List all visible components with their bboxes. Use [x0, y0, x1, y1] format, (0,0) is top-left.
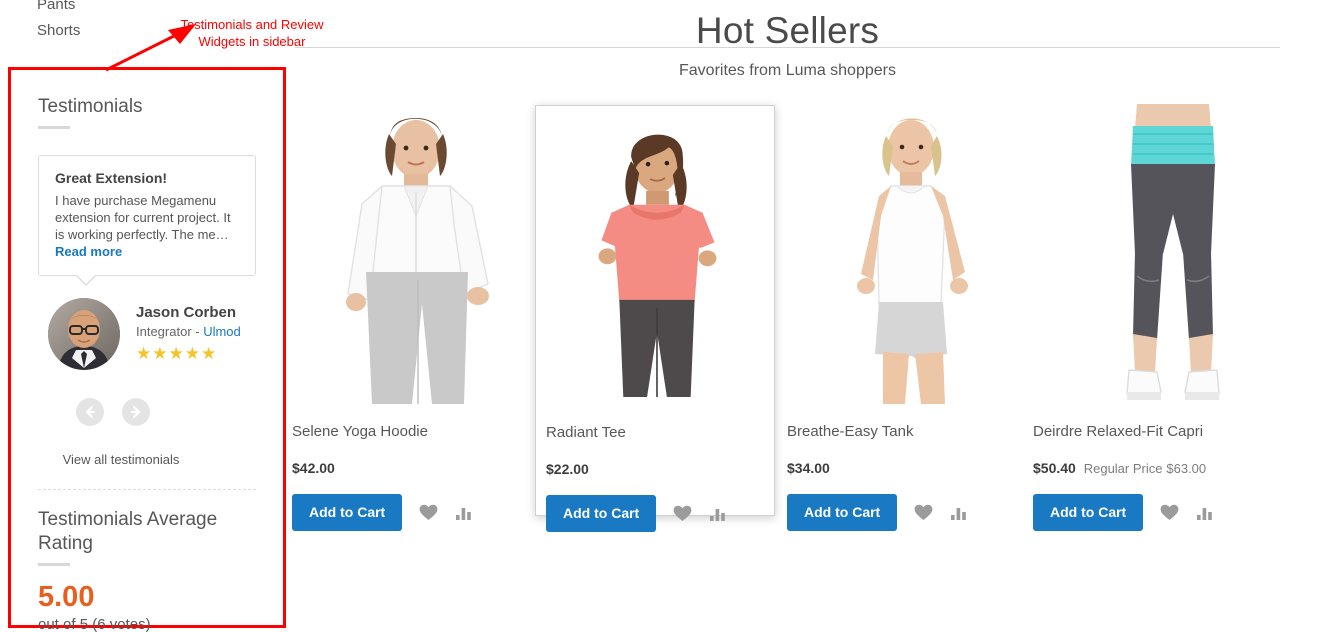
product-photo-selene-yoga-hoodie — [292, 104, 540, 404]
product-card-hovered[interactable]: Radiant Tee $22.00 Add to Cart — [535, 105, 775, 532]
add-to-cart-button[interactable]: Add to Cart — [546, 495, 657, 532]
heart-icon — [914, 504, 933, 520]
arrow-right-circle-icon — [130, 405, 141, 419]
add-to-cart-button[interactable]: Add to Cart — [292, 494, 403, 531]
product-image[interactable] — [1033, 104, 1313, 404]
testimonial-author: Jason Corben Integrator - Ulmod ★★★★★ — [38, 298, 256, 370]
author-role-text: Integrator - — [136, 324, 204, 339]
arrow-left-circle-icon — [85, 405, 96, 419]
product-photo-radiant-tee — [546, 117, 764, 398]
compare-bars-icon — [710, 508, 726, 521]
compare-bars-icon — [1197, 507, 1213, 520]
compare-bars-icon — [456, 507, 472, 520]
wishlist-button[interactable] — [673, 505, 692, 522]
testimonials-widget: Testimonials Great Extension! I have pur… — [12, 71, 282, 490]
rating-widget-title: Testimonials Average Rating — [38, 509, 218, 554]
wishlist-button[interactable] — [1160, 504, 1179, 521]
heart-icon — [673, 505, 692, 521]
product-image[interactable] — [546, 115, 764, 415]
product-price-row: $42.00 — [292, 460, 540, 476]
author-meta: Jason Corben Integrator - Ulmod ★★★★★ — [136, 298, 241, 364]
compare-bars-icon — [951, 507, 967, 520]
sidebar-widgets: Testimonials Great Extension! I have pur… — [12, 71, 282, 632]
product-image[interactable] — [787, 104, 1035, 404]
product-actions: Add to Cart — [292, 494, 540, 531]
product-price-row: $34.00 — [787, 460, 1035, 476]
product-price-row: $22.00 — [546, 461, 764, 477]
testimonial-carousel-nav — [38, 398, 256, 426]
wishlist-button[interactable] — [914, 504, 933, 521]
product-card[interactable]: Breathe-Easy Tank $34.00 Add to Cart — [787, 96, 1035, 531]
title-underline — [38, 126, 70, 129]
carousel-prev-button[interactable] — [76, 398, 104, 426]
product-name[interactable]: Radiant Tee — [546, 423, 764, 443]
testimonial-excerpt: I have purchase Megamenu extension for c… — [55, 193, 231, 242]
testimonials-widget-title: Testimonials — [38, 96, 143, 117]
product-price: $22.00 — [546, 461, 589, 477]
annotation-arrow-icon — [105, 24, 196, 72]
author-company-link[interactable]: Ulmod — [203, 324, 241, 339]
compare-button[interactable] — [455, 505, 474, 521]
product-card[interactable]: Deirdre Relaxed-Fit Capri $50.40 Regular… — [1033, 96, 1313, 531]
sidebar-nav-item-shorts[interactable]: Shorts — [37, 22, 80, 39]
testimonial-body: I have purchase Megamenu extension for c… — [55, 192, 239, 260]
testimonial-title: Great Extension! — [55, 170, 168, 186]
title-underline — [38, 563, 70, 566]
product-name[interactable]: Breathe-Easy Tank — [787, 422, 1035, 442]
view-all-testimonials-link[interactable]: View all testimonials — [38, 452, 256, 467]
author-name: Jason Corben — [136, 304, 237, 321]
section-subtitle: Favorites from Luma shoppers — [679, 62, 896, 79]
average-rating-subtext: out of 5 (6 votes) — [38, 616, 151, 632]
average-rating-widget: Testimonials Average Rating 5.00 out of … — [12, 490, 282, 632]
nav-label: Pants — [37, 0, 76, 13]
heart-icon — [1160, 504, 1179, 520]
average-rating-value: 5.00 — [38, 581, 95, 613]
compare-button[interactable] — [1196, 505, 1215, 521]
product-photo-breathe-easy-tank — [787, 104, 1035, 404]
product-price: $34.00 — [787, 460, 830, 476]
page-root: Pants Shorts Testimonials and Review Wid… — [0, 0, 1332, 632]
rating-stars: ★★★★★ — [136, 344, 218, 363]
author-role: Integrator - Ulmod — [136, 323, 241, 341]
sidebar-nav-item-pants[interactable]: Pants — [37, 0, 75, 13]
avatar-photo-icon — [48, 298, 120, 370]
testimonial-quote-card: Great Extension! I have purchase Megamen… — [38, 155, 256, 286]
regular-price-label: Regular Price — [1083, 461, 1163, 476]
product-price: $42.00 — [292, 460, 335, 476]
heart-icon — [419, 504, 438, 520]
nav-label: Shorts — [37, 22, 81, 39]
add-to-cart-button[interactable]: Add to Cart — [1033, 494, 1144, 531]
product-grid: Selene Yoga Hoodie $42.00 Add to Cart Ra… — [292, 96, 1332, 536]
product-image[interactable] — [292, 104, 540, 404]
compare-button[interactable] — [709, 506, 728, 522]
product-actions: Add to Cart — [1033, 494, 1313, 531]
product-special-price: $50.40 — [1033, 460, 1076, 476]
product-name[interactable]: Selene Yoga Hoodie — [292, 422, 540, 442]
regular-price-value: $63.00 — [1166, 461, 1207, 476]
header-divider — [295, 47, 1280, 48]
product-card[interactable]: Selene Yoga Hoodie $42.00 Add to Cart — [292, 96, 540, 531]
compare-button[interactable] — [950, 505, 969, 521]
product-name[interactable]: Deirdre Relaxed-Fit Capri — [1033, 422, 1313, 442]
avatar — [48, 298, 120, 370]
product-actions: Add to Cart — [546, 495, 764, 532]
bubble-tail-inner-icon — [76, 274, 96, 284]
product-actions: Add to Cart — [787, 494, 1035, 531]
read-more-link[interactable]: Read more — [55, 244, 122, 259]
carousel-next-button[interactable] — [122, 398, 150, 426]
wishlist-button[interactable] — [419, 504, 438, 521]
add-to-cart-button[interactable]: Add to Cart — [787, 494, 898, 531]
product-price-row: $50.40 Regular Price $63.00 — [1033, 460, 1313, 476]
product-photo-deirdre-capri — [1033, 104, 1313, 404]
